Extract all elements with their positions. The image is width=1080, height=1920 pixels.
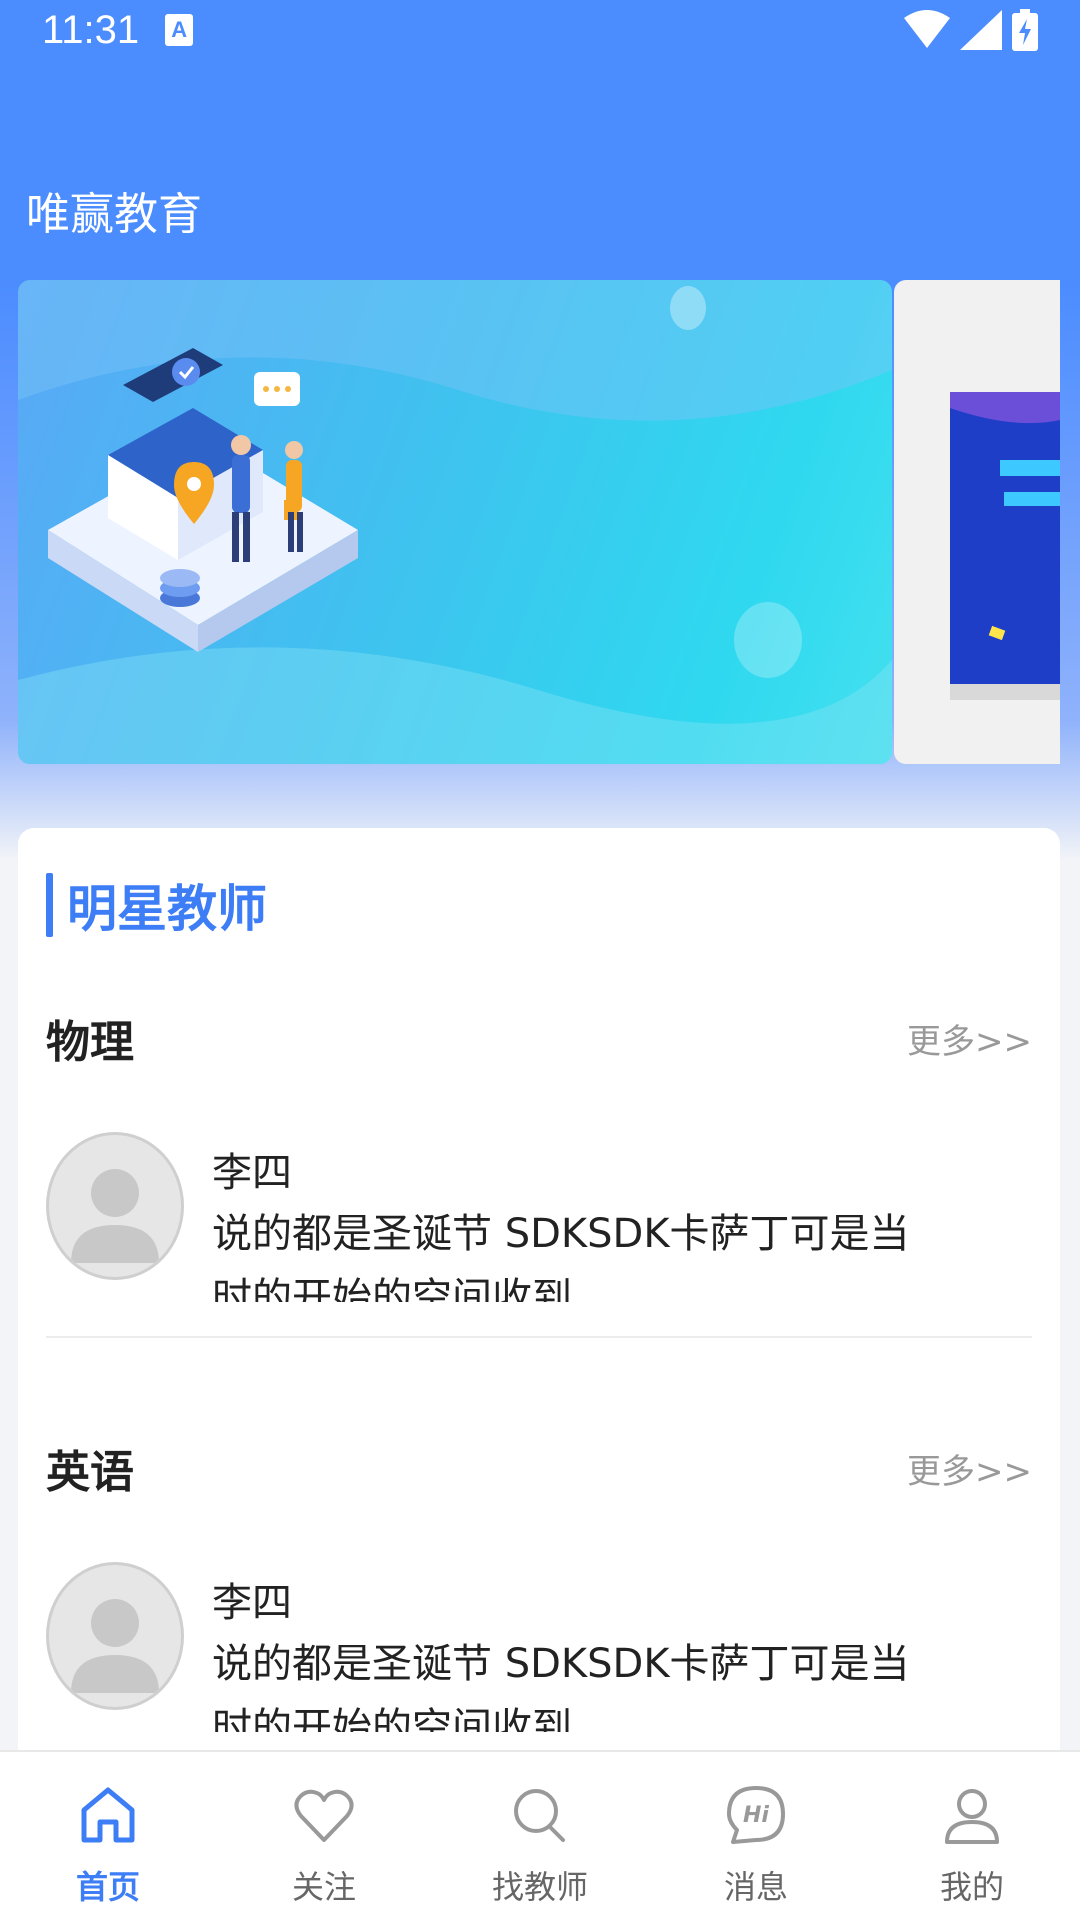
hi-message-icon: Hi [727, 1786, 785, 1844]
divider [46, 1336, 1032, 1338]
nav-label: 关注 [291, 1868, 356, 1906]
nav-item-profile[interactable]: 我的 [864, 1752, 1080, 1920]
more-link-english[interactable]: 更多>> [907, 1444, 1032, 1493]
app-title: 唯赢教育 [26, 189, 202, 240]
teacher-description: 说的都是圣诞节 SDKSDK卡萨丁可是当时的开始的空间收到 [212, 1211, 910, 1302]
store-illustration [18, 280, 892, 764]
battery-icon [1012, 9, 1038, 51]
nav-label: 消息 [723, 1868, 788, 1906]
avatar [46, 1132, 184, 1280]
home-icon [81, 1787, 135, 1843]
status-time: 11:31 [42, 7, 140, 52]
notification-icon: A [165, 14, 194, 46]
teacher-item[interactable]: 李四 说的都是圣诞节 SDKSDK卡萨丁可是当时的开始的空间收到 [46, 1562, 1032, 1732]
status-icons [904, 9, 1038, 51]
teacher-name: 李四 [212, 1150, 292, 1196]
app-screen: 11:31 A 唯赢教育 明星教师 物理 更多>> 李四 说的都是圣诞节 SDK… [0, 0, 1080, 1920]
subject-name: 物理 [46, 1017, 134, 1068]
promo-card [950, 392, 1060, 700]
signal-icon [960, 10, 1002, 50]
subject-header-physics: 物理 更多>> [46, 1008, 1032, 1068]
banner-slide-main[interactable] [18, 280, 892, 764]
nav-label: 首页 [75, 1868, 140, 1906]
banner-slide-next[interactable] [894, 280, 1060, 764]
wifi-icon [904, 10, 950, 48]
nav-label: 找教师 [491, 1868, 588, 1906]
avatar [46, 1562, 184, 1710]
more-link-physics[interactable]: 更多>> [907, 1014, 1032, 1063]
teacher-item[interactable]: 李四 说的都是圣诞节 SDKSDK卡萨丁可是当时的开始的空间收到 [46, 1132, 1032, 1302]
user-icon [945, 1789, 999, 1844]
nav-label: 我的 [939, 1868, 1004, 1906]
heart-icon [294, 1789, 354, 1842]
nav-item-follow[interactable]: 关注 [216, 1752, 432, 1920]
section-title: 明星教师 [67, 880, 267, 938]
svg-text:Hi: Hi [743, 1803, 769, 1828]
subject-name: 英语 [46, 1447, 134, 1498]
status-bar: 11:31 A [0, 0, 1080, 60]
default-avatar-icon [71, 1599, 159, 1693]
section-accent-bar [46, 873, 53, 937]
search-icon [514, 1789, 565, 1842]
section-header: 明星教师 [46, 872, 267, 938]
bottom-navigation: 首页 关注 找教师 Hi 消息 我的 [0, 1750, 1080, 1920]
subject-header-english: 英语 更多>> [46, 1438, 1032, 1498]
nav-item-find-teacher[interactable]: 找教师 [432, 1752, 648, 1920]
nav-item-home[interactable]: 首页 [0, 1752, 216, 1920]
nav-item-messages[interactable]: Hi 消息 [648, 1752, 864, 1920]
default-avatar-icon [71, 1169, 159, 1263]
teacher-description: 说的都是圣诞节 SDKSDK卡萨丁可是当时的开始的空间收到 [212, 1641, 910, 1732]
teacher-name: 李四 [212, 1580, 292, 1626]
